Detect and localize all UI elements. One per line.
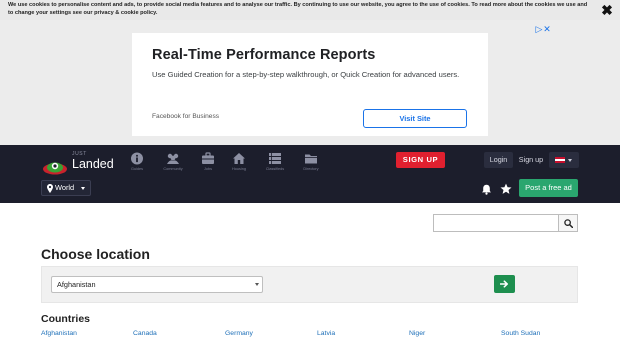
cookie-banner-text: We use cookies to personalise content an… (8, 2, 588, 16)
language-selector[interactable] (549, 152, 579, 168)
login-link[interactable]: Login (484, 152, 513, 168)
nav-label-housing: Housing (232, 167, 246, 171)
advertisement-area: Real-Time Performance Reports Use Guided… (0, 20, 620, 145)
location-select-value: Afghanistan (57, 280, 96, 289)
nav-label-jobs: Jobs (203, 167, 213, 171)
house-icon (233, 153, 245, 164)
classifieds-icon (269, 153, 281, 164)
arrow-right-icon (500, 280, 509, 288)
briefcase-icon (202, 152, 214, 164)
nav-label-community: Community (163, 167, 183, 171)
nav-item-guides[interactable]: Guides (120, 152, 154, 176)
search-button[interactable] (558, 214, 578, 232)
logo-badge-icon (43, 162, 67, 175)
nav-item-housing[interactable]: Housing (222, 152, 256, 176)
visit-site-button[interactable]: Visit Site (363, 109, 467, 128)
countries-heading: Countries (41, 313, 91, 325)
ad-title[interactable]: Real-Time Performance Reports (152, 47, 375, 63)
chevron-down-icon (568, 159, 572, 162)
close-icon[interactable]: ✖ (600, 3, 614, 17)
search-icon (564, 219, 573, 228)
map-pin-icon (47, 184, 53, 193)
chevron-down-icon (255, 283, 259, 286)
ad-source: Facebook for Business (152, 113, 220, 120)
folder-icon (305, 154, 317, 164)
main-navbar: JUST Landed Guides Community Jobs Housin… (0, 145, 620, 203)
country-link-latvia[interactable]: Latvia (317, 330, 335, 337)
nav-item-community[interactable]: Community (156, 152, 190, 176)
country-link-afghanistan[interactable]: Afghanistan (41, 330, 77, 337)
world-location-button[interactable]: World (41, 180, 91, 196)
nav-label-classifieds: Classifieds (265, 167, 285, 171)
country-link-south-sudan[interactable]: South Sudan (501, 330, 540, 337)
country-link-niger[interactable]: Niger (409, 330, 425, 337)
world-button-label: World (55, 183, 75, 192)
nav-label-guides: Guides (130, 167, 144, 171)
signup-button[interactable]: SIGN UP (396, 152, 445, 168)
nav-item-classifieds[interactable]: Classifieds (258, 152, 292, 176)
uk-flag-icon (555, 157, 565, 163)
notifications-bell-icon[interactable] (481, 184, 492, 195)
just-landed-logo[interactable]: JUST Landed (42, 151, 117, 177)
chevron-down-icon (81, 187, 85, 190)
ad-description: Use Guided Creation for a step-by-step w… (152, 70, 460, 79)
country-link-germany[interactable]: Germany (225, 330, 253, 337)
cookie-banner: We use cookies to personalise content an… (0, 0, 620, 20)
go-button[interactable] (494, 275, 515, 293)
nav-label-directory: Directory (303, 167, 319, 171)
country-link-canada[interactable]: Canada (133, 330, 157, 337)
post-free-ad-button[interactable]: Post a free ad (519, 179, 578, 197)
signup-link[interactable]: Sign up (515, 152, 547, 168)
location-select[interactable]: Afghanistan (51, 276, 263, 293)
favorites-star-icon[interactable] (500, 183, 512, 195)
ad-card[interactable]: Real-Time Performance Reports Use Guided… (132, 33, 488, 136)
logo-big-text: Landed (72, 157, 114, 171)
choose-location-heading: Choose location (41, 246, 150, 262)
info-icon (131, 152, 143, 165)
nav-item-directory[interactable]: Directory (294, 152, 328, 176)
ad-close-icon[interactable]: ✕ (541, 24, 553, 34)
search-input[interactable] (433, 214, 559, 232)
nav-item-jobs[interactable]: Jobs (191, 152, 225, 176)
community-icon (167, 153, 179, 164)
